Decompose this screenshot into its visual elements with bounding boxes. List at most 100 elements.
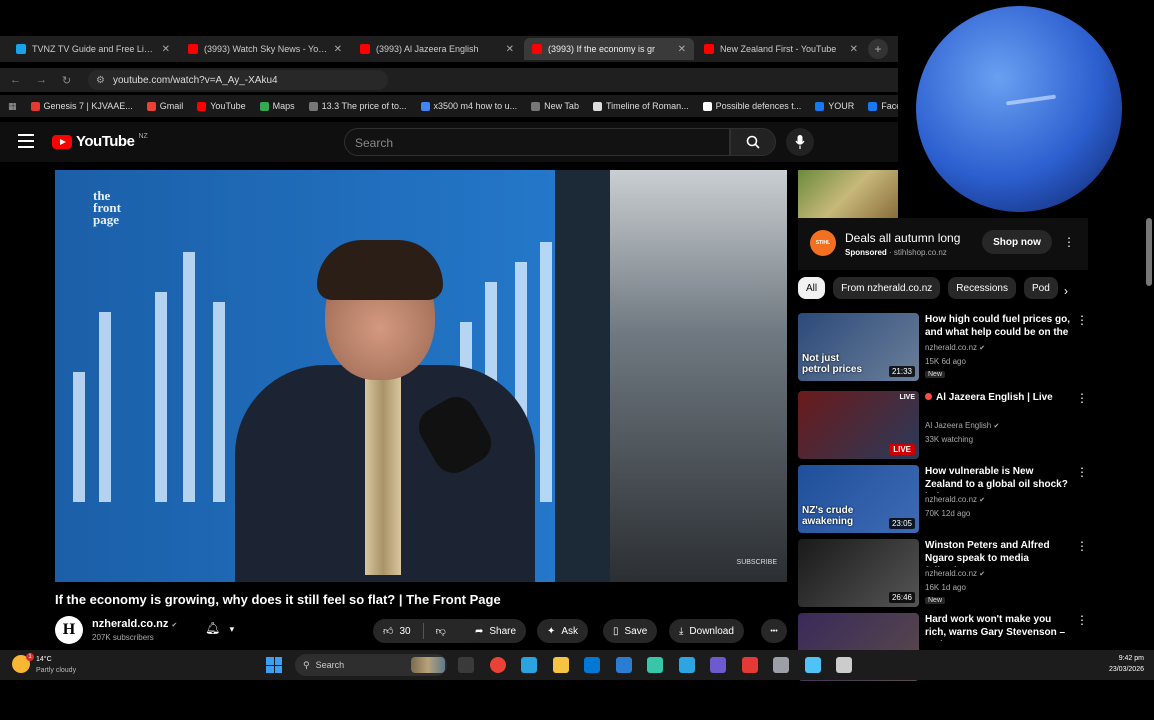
save-button[interactable]: ▯ Save: [603, 619, 658, 643]
bookmark-item[interactable]: YouTube: [197, 101, 246, 111]
filter-chip[interactable]: Recessions: [948, 277, 1016, 299]
clock-time[interactable]: 9:42 pm: [1100, 655, 1144, 662]
more-options-icon[interactable]: ⋮: [1076, 313, 1088, 327]
recommended-video[interactable]: Not just petrol prices 21:33 How high coul…: [798, 313, 1090, 383]
menu-icon[interactable]: [18, 134, 34, 148]
video-title[interactable]: Al Jazeera English | Live: [925, 391, 1073, 404]
video-channel[interactable]: nzherald.co.nz ✔: [925, 343, 985, 352]
bookmark-item[interactable]: Possible defences t...: [702, 101, 801, 111]
taskbar-app-icon[interactable]: [584, 657, 600, 673]
channel-avatar[interactable]: H: [55, 616, 83, 644]
forward-icon[interactable]: →: [36, 74, 48, 86]
video-title[interactable]: Winston Peters and Alfred Ngaro speak to…: [925, 539, 1073, 567]
browser-tab[interactable]: (3993) Al Jazeera English ✕: [352, 38, 522, 60]
start-button[interactable]: [266, 657, 282, 673]
like-button[interactable]: 👍︎: [383, 625, 393, 637]
search-button[interactable]: [730, 128, 776, 156]
bookmark-item[interactable]: New Tab: [531, 101, 579, 111]
apps-grid-icon[interactable]: ▦: [8, 101, 17, 112]
subscribe-watermark[interactable]: SUBSCRIBE: [737, 559, 777, 566]
video-title[interactable]: Hard work won't make you rich, warns Gar…: [925, 613, 1073, 641]
close-icon[interactable]: ✕: [162, 44, 170, 55]
more-options-icon[interactable]: ⋮: [1076, 465, 1088, 479]
ask-button[interactable]: ✦ Ask: [537, 619, 589, 643]
dislike-button[interactable]: 👎︎: [436, 625, 446, 637]
taskbar-app-icon[interactable]: [836, 657, 852, 673]
more-options-icon[interactable]: ⋮: [1076, 391, 1088, 405]
video-thumbnail[interactable]: LIVE LIVE: [798, 391, 919, 459]
ad-title[interactable]: Deals all autumn long: [845, 231, 960, 245]
download-button[interactable]: ⤓ Download: [669, 619, 744, 643]
recommended-video[interactable]: NZ's crude awakening 23:05 How vulnerable …: [798, 465, 1090, 535]
site-info-icon[interactable]: ⚙: [96, 75, 105, 86]
channel-name[interactable]: nzherald.co.nz ✔: [92, 618, 177, 630]
taskbar-app-icon[interactable]: [804, 657, 821, 673]
more-options-icon[interactable]: ⋮: [1076, 539, 1088, 553]
bookmark-label: Face: [881, 101, 898, 111]
taskbar-app-icon[interactable]: [678, 657, 695, 673]
bookmark-item[interactable]: Timeline of Roman...: [592, 101, 689, 111]
browser-tab[interactable]: New Zealand First - YouTube ✕: [696, 38, 866, 60]
search-input[interactable]: Search: [344, 128, 730, 156]
advertiser-logo: STIHL: [810, 230, 836, 256]
video-player[interactable]: the front page SUBSCRIBE: [55, 170, 787, 582]
back-icon[interactable]: ←: [10, 74, 22, 86]
taskbar-app-icon[interactable]: [489, 657, 506, 673]
video-thumbnail[interactable]: 26:46: [798, 539, 919, 607]
voice-search-button[interactable]: [786, 128, 814, 156]
taskbar-app-icon[interactable]: [615, 657, 632, 673]
video-title[interactable]: How high could fuel prices go, and what …: [925, 313, 1073, 341]
reload-icon[interactable]: ↻: [62, 74, 74, 87]
url-field[interactable]: ⚙ youtube.com/watch?v=A_Ay_-XAku4: [88, 70, 388, 90]
more-actions-button[interactable]: •••: [761, 619, 787, 643]
video-channel[interactable]: nzherald.co.nz ✔: [925, 495, 985, 504]
video-thumbnail[interactable]: NZ's crude awakening 23:05: [798, 465, 919, 533]
taskbar-app-icon[interactable]: [647, 657, 663, 673]
bookmark-item[interactable]: 13.3 The price of to...: [308, 101, 407, 111]
browser-tab[interactable]: (3993) Watch Sky News - YouT ✕: [180, 38, 350, 60]
new-tab-button[interactable]: +: [868, 39, 888, 59]
search-icon: [746, 135, 760, 149]
filter-chip[interactable]: All: [798, 277, 826, 299]
bookmark-item[interactable]: Genesis 7 | KJVAAE...: [30, 101, 133, 111]
video-thumbnail[interactable]: Not just petrol prices 21:33: [798, 313, 919, 381]
recommended-video[interactable]: Hard work won't make you rich, warns Gar…: [798, 613, 1090, 681]
close-icon[interactable]: ✕: [334, 44, 342, 55]
bookmark-item[interactable]: Maps: [259, 101, 295, 111]
recommended-video[interactable]: 26:46 Winston Peters and Alfred Ngaro spe…: [798, 539, 1090, 609]
browser-tab[interactable]: TVNZ TV Guide and Free Live T ✕: [8, 38, 178, 60]
sidebar-scrollbar[interactable]: [1146, 218, 1152, 646]
close-icon[interactable]: ✕: [850, 44, 858, 55]
bookmark-item[interactable]: Gmail: [146, 101, 183, 111]
taskbar-app-icon[interactable]: [773, 657, 789, 673]
taskbar-app-icon[interactable]: [710, 657, 726, 673]
bookmark-item[interactable]: x3500 m4 how to u...: [420, 101, 517, 111]
video-channel[interactable]: Al Jazeera English ✔: [925, 421, 999, 430]
recommended-video[interactable]: LIVE LIVE Al Jazeera English | Live Al Jaze…: [798, 391, 1090, 461]
filter-chip[interactable]: From nzherald.co.nz: [833, 277, 941, 299]
taskbar-app-icon[interactable]: [521, 657, 537, 673]
share-button[interactable]: ➦ Share: [465, 619, 527, 643]
bookmark-item[interactable]: Face: [868, 101, 898, 111]
clock-date[interactable]: 23/03/2026: [1100, 666, 1144, 673]
close-icon[interactable]: ✕: [678, 44, 686, 55]
taskbar-app-icon[interactable]: [741, 657, 758, 673]
taskbar-app-icon[interactable]: [458, 657, 474, 673]
shop-now-button[interactable]: Shop now: [982, 230, 1052, 254]
verified-icon: ✔: [171, 622, 178, 629]
ad-more-icon[interactable]: ⋮: [1063, 235, 1075, 249]
bookmark-item[interactable]: YOUR: [815, 101, 854, 111]
video-title[interactable]: How vulnerable is New Zealand to a globa…: [925, 465, 1073, 493]
ad-banner-image[interactable]: [798, 170, 898, 218]
taskbar-app-icon[interactable]: [552, 657, 569, 673]
youtube-logo[interactable]: YouTube NZ: [52, 133, 148, 150]
more-options-icon[interactable]: ⋮: [1076, 613, 1088, 627]
filter-chip[interactable]: Pod: [1023, 277, 1058, 299]
subscriber-count: 207K subscribers: [92, 633, 154, 642]
subscription-bell-button[interactable]: 🔔︎ ▾: [205, 621, 234, 635]
browser-tab[interactable]: (3993) If the economy is gr ✕: [524, 38, 694, 60]
chip-next-icon[interactable]: ›: [1064, 284, 1068, 298]
video-channel[interactable]: nzherald.co.nz ✔: [925, 569, 985, 578]
close-icon[interactable]: ✕: [506, 44, 514, 55]
taskbar-search[interactable]: ⚲ Search: [295, 654, 447, 676]
